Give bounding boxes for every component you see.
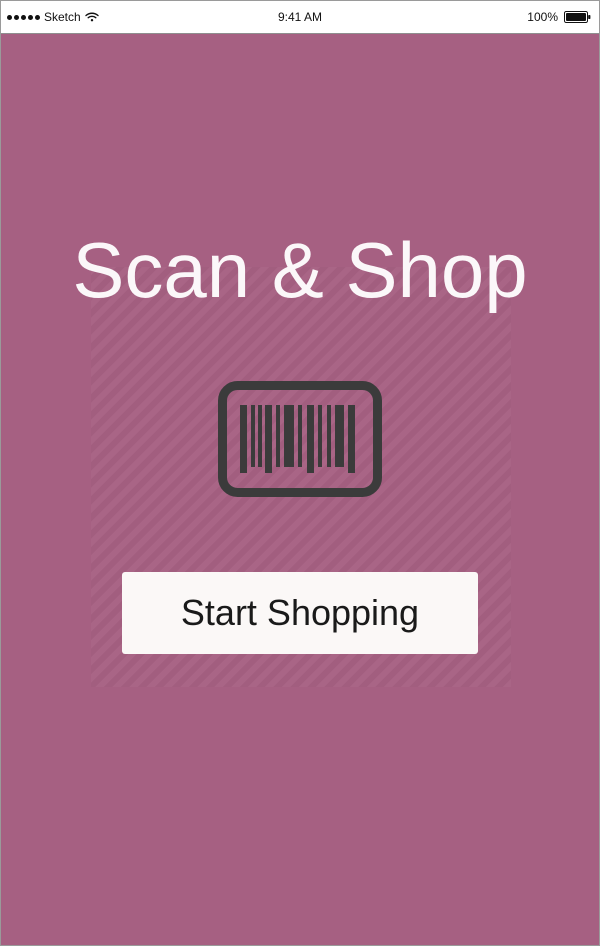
barcode-icon [218, 381, 382, 497]
page-title: Scan & Shop [72, 226, 528, 315]
phone-frame: Sketch 9:41 AM 100% Scan & Shop Start Sh… [0, 0, 600, 946]
battery-percentage: 100% [527, 10, 558, 24]
status-time: 9:41 AM [277, 10, 323, 24]
start-shopping-button[interactable]: Start Shopping [122, 572, 478, 654]
scan-and-shop-screen: Scan & Shop Start Shopping [1, 34, 599, 945]
status-right: 100% [527, 1, 591, 33]
battery-icon [564, 11, 591, 23]
status-bar: Sketch 9:41 AM 100% [1, 1, 599, 34]
